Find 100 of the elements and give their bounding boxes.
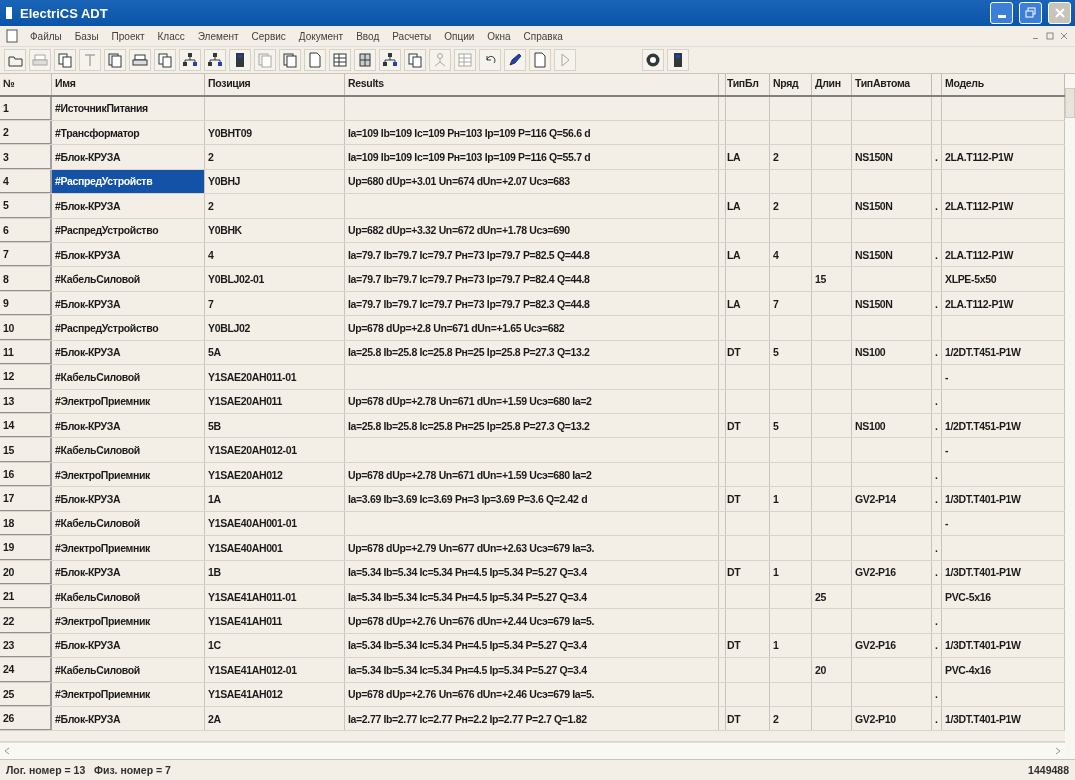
copy-icon[interactable] bbox=[404, 49, 426, 71]
row-number[interactable]: 14 bbox=[0, 414, 52, 438]
copy-icon[interactable] bbox=[154, 49, 176, 71]
printer-icon[interactable] bbox=[129, 49, 151, 71]
type-cell: LA bbox=[724, 243, 770, 267]
row-number[interactable]: 24 bbox=[0, 658, 52, 682]
mark-cell: . bbox=[932, 487, 942, 511]
row-number[interactable]: 19 bbox=[0, 536, 52, 560]
table-icon[interactable] bbox=[329, 49, 351, 71]
row-number[interactable]: 10 bbox=[0, 316, 52, 340]
menu-item[interactable]: Элемент bbox=[196, 29, 240, 43]
results-cell: Up=678 dUp=+2.78 Un=671 dUn=+1.59 Ucэ=680 Ia=2 bbox=[345, 389, 719, 413]
row-number[interactable]: 23 bbox=[0, 633, 52, 658]
position-cell: Y0BLJ02-01 bbox=[205, 267, 345, 291]
close-icon[interactable] bbox=[1060, 32, 1068, 40]
device-icon[interactable] bbox=[667, 49, 689, 71]
row-number[interactable]: 6 bbox=[0, 218, 52, 243]
menu-item[interactable]: Класс bbox=[156, 29, 186, 43]
help-icon[interactable] bbox=[642, 49, 664, 71]
row-number[interactable]: 20 bbox=[0, 560, 52, 584]
row-number[interactable]: 16 bbox=[0, 462, 52, 487]
restore-button[interactable] bbox=[1019, 2, 1042, 24]
scroll-right-icon[interactable] bbox=[1055, 747, 1061, 756]
row-number[interactable]: 5 bbox=[0, 194, 52, 218]
column-header[interactable]: № bbox=[0, 74, 52, 95]
app-icon bbox=[4, 5, 14, 21]
menu-item[interactable]: Файлы bbox=[29, 29, 63, 43]
horizontal-scrollbar[interactable] bbox=[0, 742, 1065, 759]
document-icon[interactable] bbox=[6, 29, 18, 43]
folder-icon[interactable] bbox=[4, 49, 26, 71]
type-cell: DT bbox=[724, 414, 770, 438]
pages-icon[interactable] bbox=[104, 49, 126, 71]
mark-cell: . bbox=[932, 389, 942, 413]
count-cell: 2 bbox=[770, 145, 812, 169]
row-number[interactable]: 8 bbox=[0, 267, 52, 291]
row-number[interactable]: 11 bbox=[0, 340, 52, 365]
count-cell: 4 bbox=[770, 243, 812, 267]
scroll-left-icon[interactable] bbox=[4, 747, 10, 756]
column-header[interactable]: ТипБл bbox=[724, 74, 770, 95]
row-number[interactable]: 25 bbox=[0, 682, 52, 707]
position-cell: 1C bbox=[205, 633, 345, 658]
count-cell: 5 bbox=[770, 340, 812, 365]
results-cell: Ia=25.8 Ib=25.8 Ic=25.8 Pн=25 Ip=25.8 P=27.3 Q=13.2 bbox=[345, 414, 719, 438]
device-icon[interactable] bbox=[229, 49, 251, 71]
menu-item[interactable]: Опции bbox=[443, 29, 476, 43]
row-number[interactable]: 7 bbox=[0, 243, 52, 267]
menu-item[interactable]: Сервис bbox=[250, 29, 287, 43]
row-number[interactable]: 9 bbox=[0, 291, 52, 316]
mark-cell: . bbox=[932, 291, 942, 316]
tree-icon[interactable] bbox=[379, 49, 401, 71]
menu-item[interactable]: Окна bbox=[486, 29, 512, 43]
column-header[interactable]: Имя bbox=[52, 74, 205, 95]
copy-icon[interactable] bbox=[54, 49, 76, 71]
column-header[interactable]: Длин bbox=[812, 74, 852, 95]
undo-icon[interactable] bbox=[479, 49, 501, 71]
row-number[interactable]: 13 bbox=[0, 389, 52, 413]
row-number[interactable]: 18 bbox=[0, 511, 52, 536]
type-cell: LA bbox=[724, 291, 770, 316]
row-number[interactable]: 17 bbox=[0, 487, 52, 511]
column-header[interactable]: Nряд bbox=[770, 74, 812, 95]
name-cell: #РаспредУстройство bbox=[52, 316, 205, 340]
row-number[interactable]: 2 bbox=[0, 120, 52, 145]
vertical-scrollbar[interactable] bbox=[1065, 74, 1075, 759]
column-header[interactable]: ТипАвтома bbox=[852, 74, 932, 95]
position-cell: Y1SAE41AH011 bbox=[205, 609, 345, 633]
menu-item[interactable]: Базы bbox=[73, 29, 100, 43]
row-number[interactable]: 3 bbox=[0, 145, 52, 169]
length-cell: 20 bbox=[812, 658, 852, 682]
menu-item[interactable]: Справка bbox=[522, 29, 564, 43]
position-cell: 5A bbox=[205, 340, 345, 365]
menu-item[interactable]: Ввод bbox=[355, 29, 381, 43]
menu-item[interactable]: Расчеты bbox=[391, 29, 433, 43]
restore-icon[interactable] bbox=[1046, 32, 1054, 40]
row-number[interactable]: 22 bbox=[0, 609, 52, 633]
row-number[interactable]: 15 bbox=[0, 438, 52, 462]
mark-cell: . bbox=[932, 560, 942, 584]
name-cell: #КабельСиловой bbox=[52, 584, 205, 609]
column-header[interactable]: Позиция bbox=[205, 74, 345, 95]
name-cell: #Трансформатор bbox=[52, 120, 205, 145]
pages-icon[interactable] bbox=[279, 49, 301, 71]
row-number[interactable]: 26 bbox=[0, 707, 52, 731]
count-cell: 2 bbox=[770, 194, 812, 218]
tree-icon[interactable] bbox=[204, 49, 226, 71]
tree-icon[interactable] bbox=[179, 49, 201, 71]
row-number[interactable]: 21 bbox=[0, 584, 52, 609]
close-button[interactable] bbox=[1048, 2, 1071, 24]
results-cell: Ia=79.7 Ib=79.7 Ic=79.7 Pн=73 Ip=79.7 P=82.4 Q=44.8 bbox=[345, 267, 719, 291]
type-cell: DT bbox=[724, 707, 770, 731]
position-cell: 1B bbox=[205, 560, 345, 584]
row-number[interactable]: 1 bbox=[0, 96, 52, 120]
menu-item[interactable]: Документ bbox=[297, 29, 345, 43]
page-icon[interactable] bbox=[304, 49, 326, 71]
column-header[interactable]: Results bbox=[345, 74, 719, 95]
pen-icon[interactable] bbox=[504, 49, 526, 71]
row-number[interactable]: 12 bbox=[0, 365, 52, 389]
minimize-button[interactable] bbox=[990, 2, 1013, 24]
breaker-cell: NS150N bbox=[852, 145, 932, 169]
menu-item[interactable]: Проект bbox=[110, 29, 146, 43]
grid-icon[interactable] bbox=[354, 49, 376, 71]
position-cell: Y0BHJ bbox=[205, 169, 345, 194]
